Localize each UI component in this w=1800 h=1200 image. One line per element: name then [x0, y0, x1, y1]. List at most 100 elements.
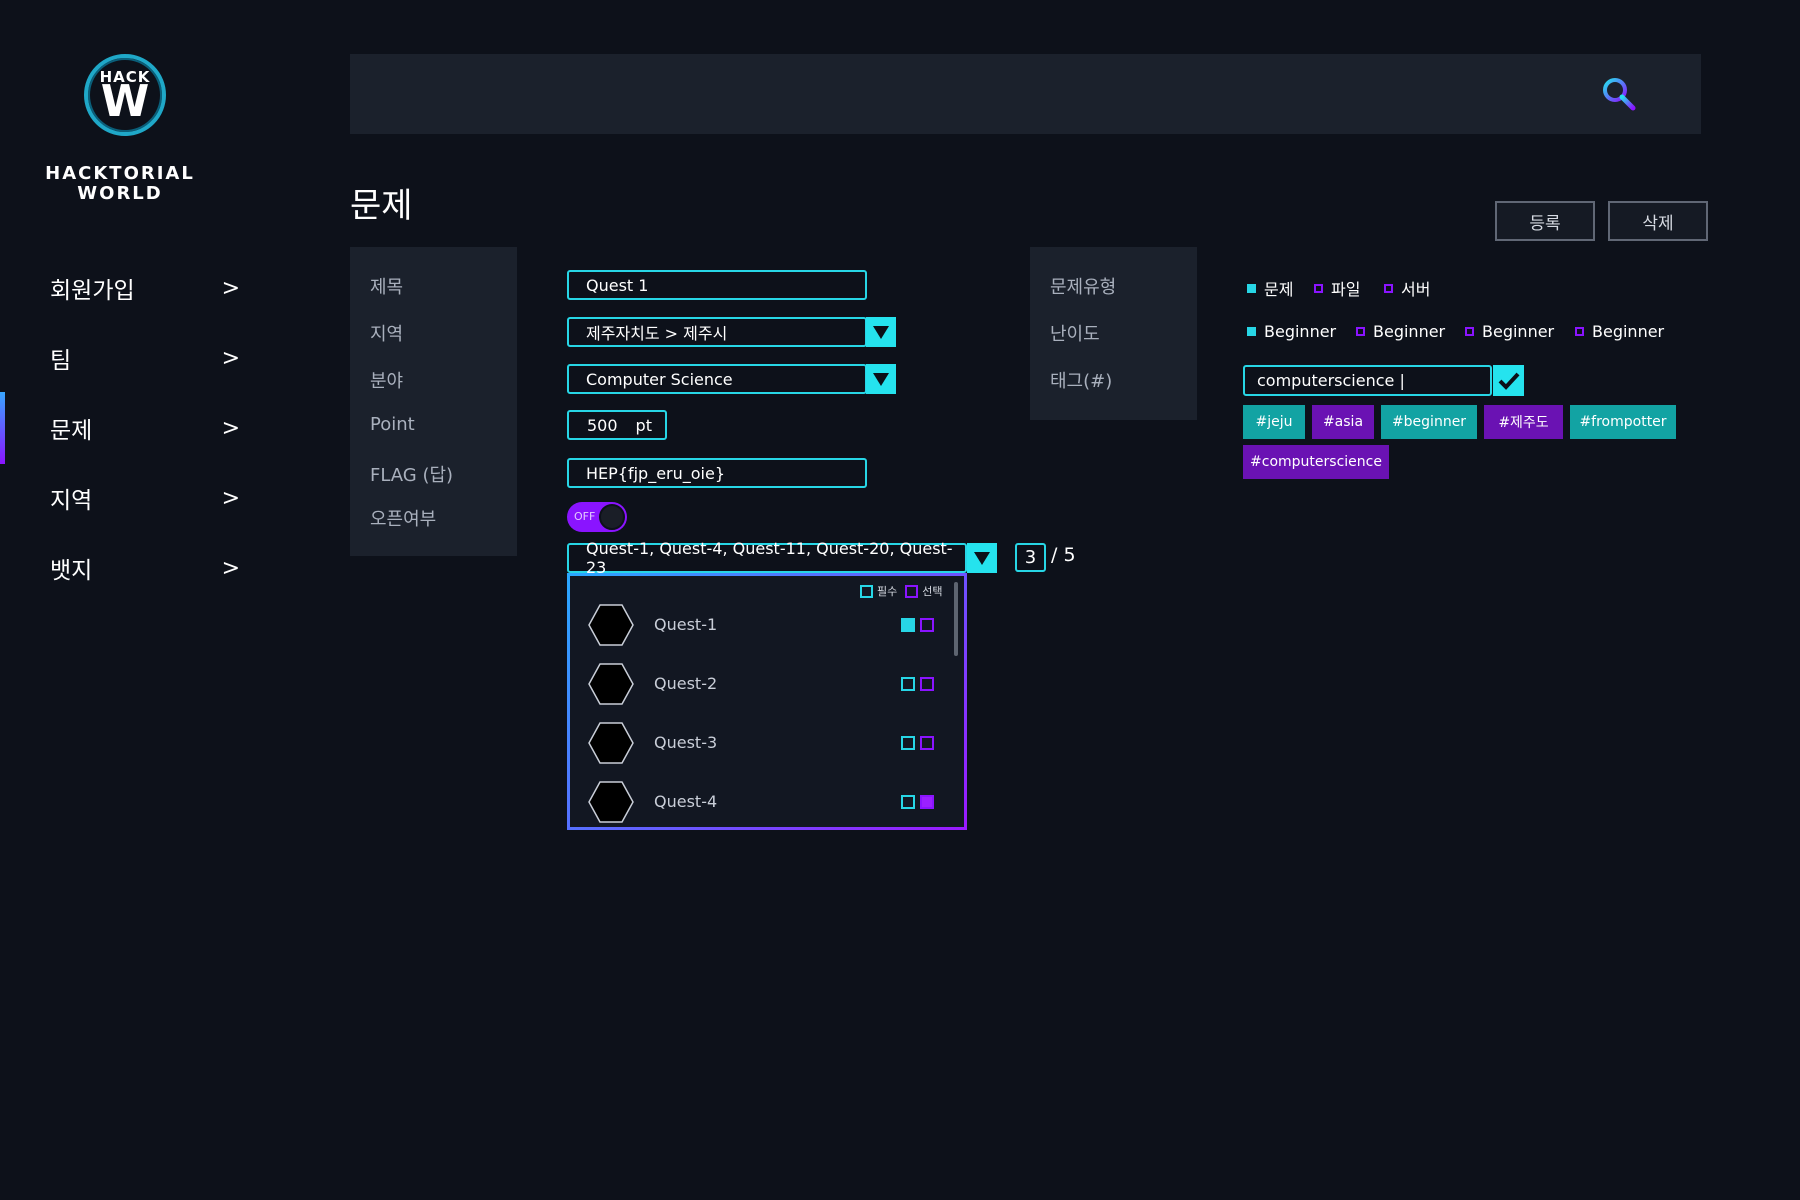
sidebar-item-region[interactable]: 지역 >	[50, 478, 240, 518]
option-label: 문제	[1264, 280, 1294, 299]
list-item[interactable]: Quest-4	[588, 780, 948, 824]
hexagon-icon	[588, 604, 634, 646]
legend-optional: 선택	[922, 585, 943, 598]
point-input[interactable]: 500 pt	[567, 410, 667, 440]
logo-badge-letter: W	[100, 76, 150, 127]
sidebar-item-label: 문제	[50, 418, 93, 444]
label-point: Point	[370, 414, 415, 435]
open-toggle[interactable]: OFF	[567, 502, 627, 532]
type-option-problem[interactable]: 문제	[1247, 276, 1293, 300]
optional-checkbox[interactable]	[920, 677, 934, 691]
tag-chip[interactable]: #computerscience	[1243, 445, 1389, 479]
type-option-server[interactable]: 서버	[1384, 276, 1430, 300]
list-item[interactable]: Quest-3	[588, 721, 948, 765]
prereq-select[interactable]: Quest-1, Quest-4, Quest-11, Quest-20, Qu…	[567, 539, 967, 577]
sidebar-item-problem[interactable]: 문제 >	[50, 408, 240, 448]
prereq-count: 3	[1015, 543, 1046, 572]
quest-name: Quest-3	[654, 733, 718, 752]
logo-badge: HACK W	[84, 54, 166, 136]
chevron-right-icon: >	[221, 345, 240, 371]
hexagon-icon	[588, 663, 634, 705]
sidebar-item-team[interactable]: 팀 >	[50, 338, 240, 378]
difficulty-option[interactable]: Beginner	[1247, 322, 1336, 341]
form-label-panel: 제목 지역 분야 Point FLAG (답) 오픈여부	[350, 247, 517, 556]
label-field: 분야	[370, 371, 404, 392]
tag-chip[interactable]: #asia	[1312, 405, 1374, 439]
label-difficulty: 난이도	[1050, 324, 1100, 345]
label-flag: FLAG (답)	[370, 465, 454, 486]
tag-chip[interactable]: #제주도	[1484, 405, 1563, 439]
tag-chip[interactable]: #frompotter	[1570, 405, 1676, 439]
register-button[interactable]: 등록	[1495, 201, 1595, 241]
optional-legend-box-icon	[905, 584, 919, 598]
quest-name: Quest-4	[654, 792, 718, 811]
nav-active-indicator	[0, 392, 5, 464]
list-item[interactable]: Quest-1	[588, 603, 948, 647]
chevron-right-icon: >	[221, 415, 240, 441]
required-checkbox[interactable]	[901, 677, 915, 691]
option-label: Beginner	[1264, 322, 1337, 341]
hexagon-icon	[588, 781, 634, 823]
meta-label-panel: 문제유형 난이도 태그(#)	[1030, 247, 1197, 420]
flag-input[interactable]: HEP{fjp_eru_oie}	[567, 458, 867, 488]
brand-line-1: HACKTORIAL	[45, 163, 195, 184]
optional-checkbox[interactable]	[920, 618, 934, 632]
required-checkbox[interactable]	[901, 795, 915, 809]
label-open: 오픈여부	[370, 509, 437, 530]
sidebar-item-label: 회원가입	[50, 278, 135, 304]
hexagon-icon	[588, 722, 634, 764]
quest-dropdown-list[interactable]: 필수 선택 Quest-1 Quest-2 Quest-3 Quest-4	[567, 573, 967, 830]
prereq-dropdown-arrow-icon[interactable]	[967, 543, 997, 573]
prereq-total: / 5	[1051, 544, 1076, 566]
chevron-right-icon: >	[221, 485, 240, 511]
region-dropdown-arrow-icon[interactable]	[866, 317, 896, 347]
search-bar[interactable]	[350, 54, 1701, 134]
required-checkbox[interactable]	[901, 736, 915, 750]
option-label: Beginner	[1592, 322, 1665, 341]
quest-name: Quest-1	[654, 615, 718, 634]
option-label: 파일	[1331, 280, 1361, 299]
tag-chip[interactable]: #beginner	[1381, 405, 1477, 439]
field-select[interactable]: Computer Science	[567, 364, 867, 394]
optional-checkbox[interactable]	[920, 736, 934, 750]
required-checkbox[interactable]	[901, 618, 915, 632]
label-title: 제목	[370, 277, 404, 298]
page-title: 문제	[350, 186, 413, 226]
option-label: Beginner	[1482, 322, 1555, 341]
tag-add-button[interactable]	[1493, 365, 1524, 396]
search-icon[interactable]	[1601, 76, 1637, 112]
sidebar-item-badge[interactable]: 뱃지 >	[50, 548, 240, 588]
option-label: Beginner	[1373, 322, 1446, 341]
radio-dot-icon	[1384, 283, 1393, 293]
region-select[interactable]: 제주자치도 > 제주시	[567, 317, 867, 347]
sidebar-item-label: 지역	[50, 488, 93, 514]
radio-dot-icon	[1356, 327, 1365, 336]
label-region: 지역	[370, 324, 404, 345]
type-option-file[interactable]: 파일	[1314, 276, 1360, 300]
tag-input[interactable]: computerscience |	[1243, 365, 1492, 396]
radio-dot-icon	[1575, 327, 1584, 336]
quest-list-legend: 필수 선택	[860, 583, 943, 599]
option-label: 서버	[1401, 280, 1431, 299]
radio-dot-icon	[1314, 283, 1323, 293]
sidebar-item-signup[interactable]: 회원가입 >	[50, 268, 240, 308]
brand-name: HACKTORIAL WORLD	[30, 164, 210, 204]
scrollbar-thumb[interactable]	[954, 582, 958, 656]
toggle-state-text: OFF	[574, 510, 596, 523]
difficulty-option[interactable]: Beginner	[1356, 322, 1445, 341]
list-item[interactable]: Quest-2	[588, 662, 948, 706]
sidebar-item-label: 팀	[50, 348, 72, 374]
quest-name: Quest-2	[654, 674, 718, 693]
required-legend-box-icon	[860, 584, 873, 598]
checkmark-icon	[1498, 372, 1519, 390]
toggle-knob	[599, 504, 625, 530]
title-input[interactable]: Quest 1	[567, 270, 867, 300]
difficulty-option[interactable]: Beginner	[1465, 322, 1554, 341]
sidebar-item-label: 뱃지	[50, 558, 93, 584]
difficulty-option[interactable]: Beginner	[1575, 322, 1664, 341]
delete-button[interactable]: 삭제	[1608, 201, 1708, 241]
tag-chip[interactable]: #jeju	[1243, 405, 1305, 439]
optional-checkbox[interactable]	[920, 795, 934, 809]
field-dropdown-arrow-icon[interactable]	[866, 364, 896, 394]
chevron-right-icon: >	[221, 275, 240, 301]
